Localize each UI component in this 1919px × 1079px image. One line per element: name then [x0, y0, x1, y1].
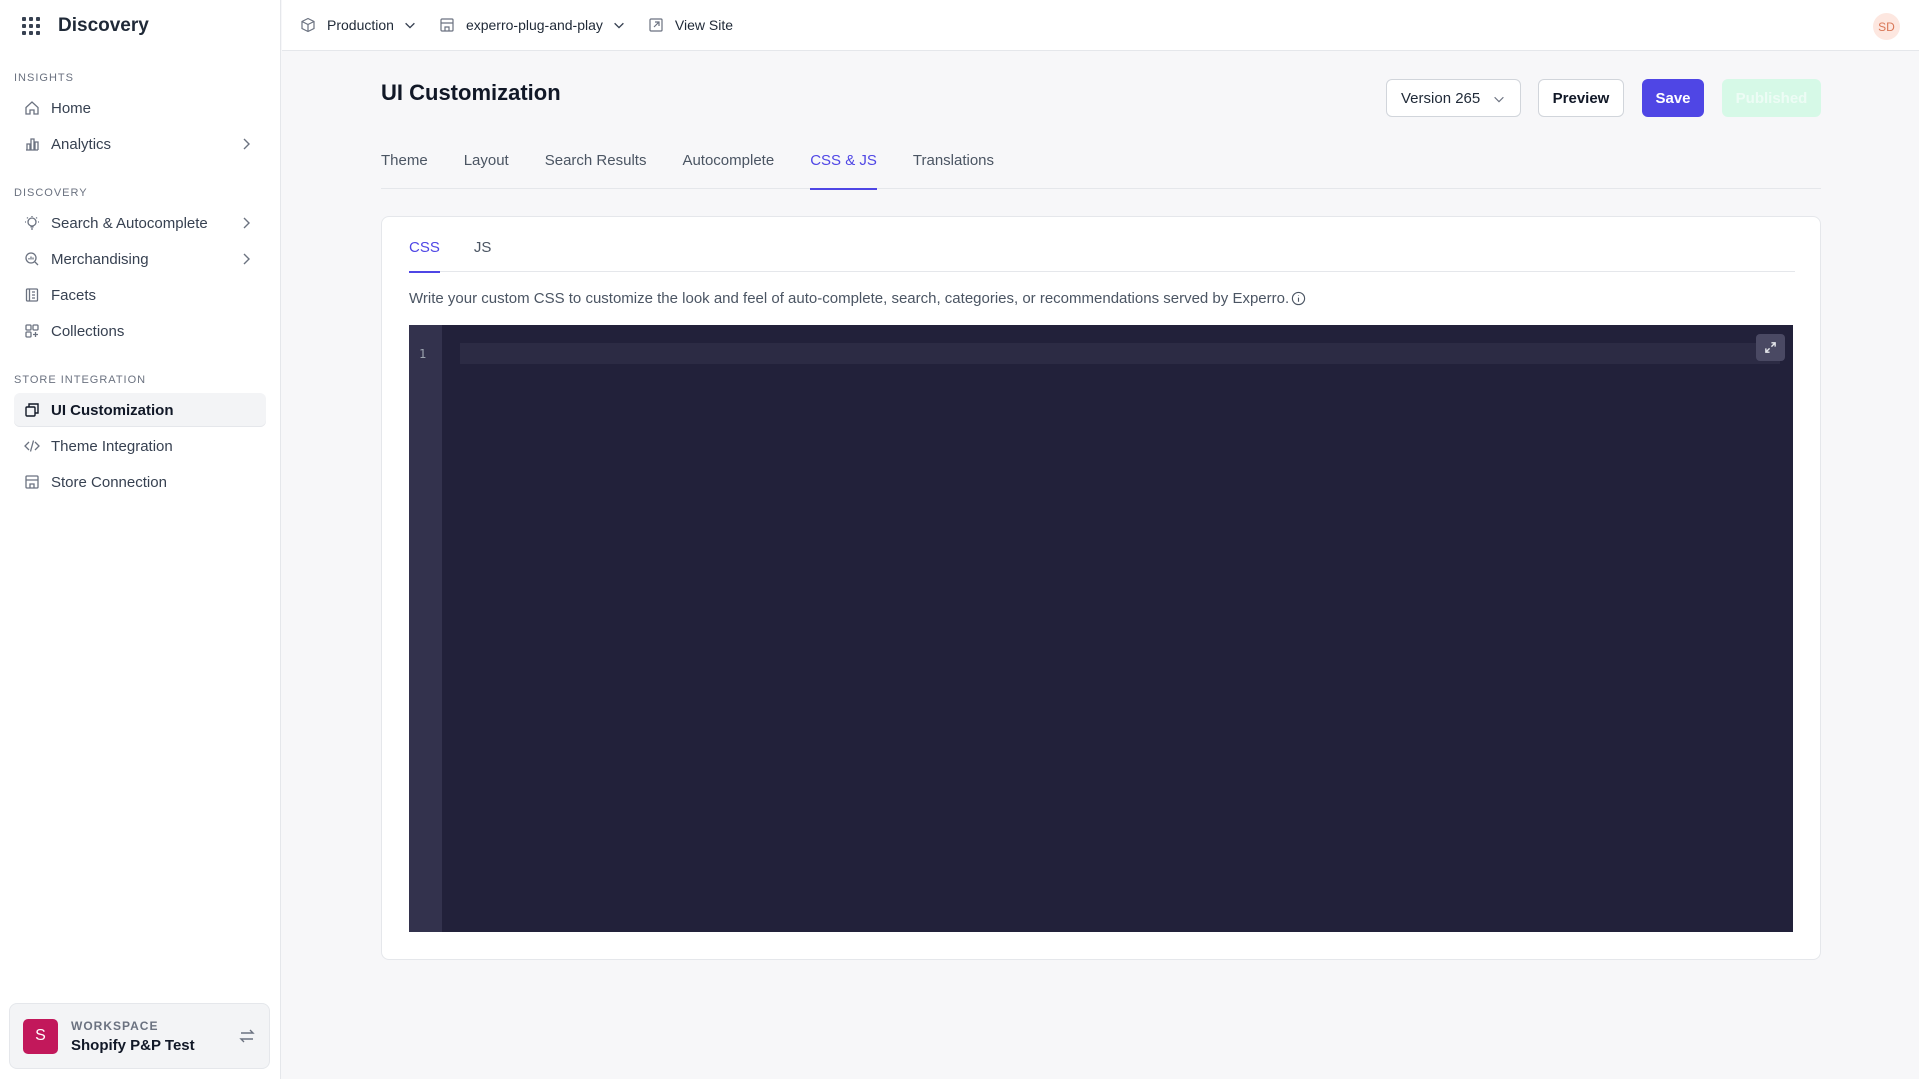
ui-customization-icon [24, 402, 40, 418]
subtab-js[interactable]: JS [474, 239, 492, 272]
view-site-link[interactable]: View Site [648, 17, 733, 33]
description-text: Write your custom CSS to customize the l… [409, 290, 1290, 307]
section-label-store-integration: STORE INTEGRATION [14, 374, 147, 386]
view-site-label: View Site [674, 17, 734, 33]
chevron-right-icon [243, 253, 250, 265]
building-icon [440, 18, 454, 32]
analytics-icon [24, 136, 40, 152]
tab-translations[interactable]: Translations [913, 152, 994, 189]
sidebar: Discovery INSIGHTS Home Analytics DISCOV… [0, 0, 281, 1079]
merchandising-icon [24, 251, 40, 267]
sidebar-item-label: Theme Integration [51, 437, 173, 455]
code-icon [24, 438, 40, 454]
info-icon[interactable] [1291, 291, 1306, 306]
workspace-avatar: S [23, 1018, 58, 1054]
home-icon [24, 100, 40, 116]
environment-label: Production [327, 17, 394, 33]
tab-autocomplete[interactable]: Autocomplete [682, 152, 774, 189]
top-bar: Production experro-plug-and-play View Si… [282, 0, 1919, 51]
sidebar-item-facets[interactable]: Facets [14, 278, 266, 312]
environment-selector[interactable]: Production [300, 17, 417, 33]
code-subtabs: CSS JS [409, 239, 1795, 273]
sidebar-item-label: Merchandising [51, 250, 149, 268]
workspace-label: WORKSPACE [71, 1018, 159, 1033]
subtab-css[interactable]: CSS [409, 239, 440, 273]
page-title: UI Customization [381, 80, 561, 105]
version-label: Version 265 [1401, 89, 1481, 107]
sidebar-item-label: Collections [51, 322, 125, 340]
tab-layout[interactable]: Layout [464, 152, 509, 189]
chevron-down-icon [1494, 96, 1504, 103]
site-selector[interactable]: experro-plug-and-play [439, 17, 626, 33]
section-label-insights: INSIGHTS [14, 72, 74, 84]
sidebar-item-analytics[interactable]: Analytics [14, 127, 266, 161]
store-icon [24, 474, 40, 490]
tab-search-results[interactable]: Search Results [545, 152, 647, 189]
cube-icon [301, 17, 315, 33]
line-gutter: 1 [409, 325, 442, 932]
chevron-right-icon [243, 217, 250, 229]
sidebar-item-merchandising[interactable]: Merchandising [14, 242, 266, 276]
settings-tabs: Theme Layout Search Results Autocomplete… [381, 152, 1821, 190]
css-js-card: CSS JS Write your custom CSS to customiz… [381, 216, 1821, 960]
sidebar-item-label: Analytics [51, 135, 112, 153]
app-grid-icon[interactable] [22, 17, 40, 35]
version-select[interactable]: Version 265 [1386, 79, 1521, 117]
sidebar-item-label: Home [51, 99, 92, 117]
site-label: experro-plug-and-play [465, 17, 603, 33]
user-avatar[interactable]: SD [1873, 13, 1900, 40]
sidebar-item-label: Store Connection [51, 473, 167, 491]
sidebar-item-theme-integration[interactable]: Theme Integration [14, 429, 266, 463]
line-number: 1 [419, 347, 427, 361]
active-line-highlight [460, 343, 1780, 364]
section-label-discovery: DISCOVERY [14, 187, 88, 199]
external-link-icon [649, 18, 663, 32]
sidebar-item-label: Facets [51, 286, 97, 304]
fullscreen-button[interactable] [1756, 334, 1785, 361]
chevron-right-icon [243, 138, 250, 150]
chevron-down-icon [405, 22, 415, 29]
published-button[interactable]: Published [1722, 79, 1821, 117]
sidebar-item-ui-customization[interactable]: UI Customization [14, 393, 266, 427]
collections-icon [24, 323, 40, 339]
sidebar-item-label: Search & Autocomplete [51, 214, 208, 232]
workspace-name: Shopify P&P Test [71, 1036, 195, 1054]
lightbulb-icon [24, 215, 40, 231]
brand-name: Discovery [58, 15, 149, 36]
facets-icon [24, 287, 40, 303]
css-description: Write your custom CSS to customize the l… [409, 290, 1306, 307]
brand: Discovery [0, 0, 280, 52]
tab-css-js[interactable]: CSS & JS [810, 152, 877, 190]
sidebar-item-store-connection[interactable]: Store Connection [14, 465, 266, 499]
workspace-switcher[interactable]: S WORKSPACE Shopify P&P Test [9, 1003, 270, 1069]
sidebar-item-search-autocomplete[interactable]: Search & Autocomplete [14, 206, 266, 240]
chevron-down-icon [614, 22, 624, 29]
sidebar-item-collections[interactable]: Collections [14, 314, 266, 348]
sidebar-item-label: UI Customization [51, 401, 174, 419]
preview-button[interactable]: Preview [1538, 79, 1624, 117]
save-button[interactable]: Save [1642, 79, 1704, 117]
code-editor[interactable]: 1 [409, 325, 1793, 932]
expand-icon [1765, 342, 1776, 353]
switch-arrows-icon[interactable] [237, 1026, 257, 1046]
tab-theme[interactable]: Theme [381, 152, 428, 189]
sidebar-item-home[interactable]: Home [14, 91, 266, 125]
